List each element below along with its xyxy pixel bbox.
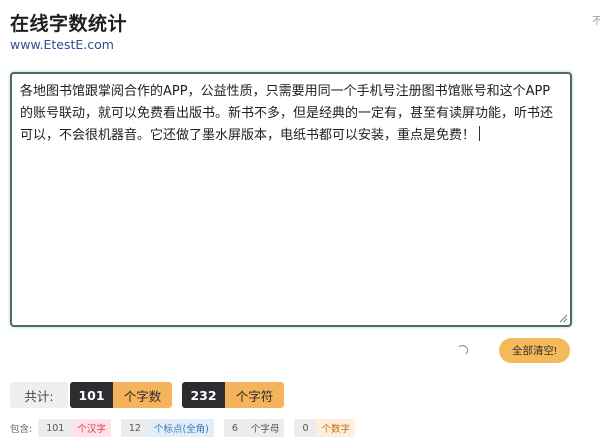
detail-unit: 个标点(全角) [148,419,214,437]
char-count-unit: 个字数 [113,382,172,408]
detail-chip-letters: 6 个字母 [223,419,285,437]
byte-count-stat: 232 个字符 [182,382,284,408]
corner-text: 不 [592,16,600,27]
total-label: 共计: [10,382,68,408]
detail-unit: 个数字 [316,419,355,437]
loading-spinner-icon [457,345,468,356]
detail-unit: 个汉字 [72,419,111,437]
text-input-area[interactable]: 各地图书馆跟掌阅合作的APP，公益性质，只需要用同一个手机号注册图书馆账号和这个… [10,72,572,327]
clear-all-button[interactable]: 全部清空! [499,338,570,363]
detail-chip-punctuation: 12 个标点(全角) [120,419,214,437]
detail-count: 101 [38,419,73,437]
site-url[interactable]: www.EtestE.com [10,37,114,52]
byte-count-unit: 个字符 [225,382,284,408]
detail-count: 12 [120,419,149,437]
detail-label: 包含: [10,424,33,435]
char-count-stat: 101 个字数 [70,382,172,408]
editor-text: 各地图书馆跟掌阅合作的APP，公益性质，只需要用同一个手机号注册图书馆账号和这个… [20,84,554,143]
page-title: 在线字数统计 [10,13,128,35]
detail-breakdown: 包含: 101 个汉字 12 个标点(全角) 6 个字母 0 个数字 [10,419,365,437]
text-caret [479,126,481,141]
detail-unit: 个字母 [245,419,285,437]
detail-count: 6 [223,419,246,437]
detail-chip-chinese: 101 个汉字 [38,419,111,437]
resize-grip-icon[interactable] [559,314,568,323]
char-count-value: 101 [70,382,113,408]
detail-chip-digits: 0 个数字 [294,419,355,437]
detail-count: 0 [294,419,317,437]
byte-count-value: 232 [182,382,225,408]
